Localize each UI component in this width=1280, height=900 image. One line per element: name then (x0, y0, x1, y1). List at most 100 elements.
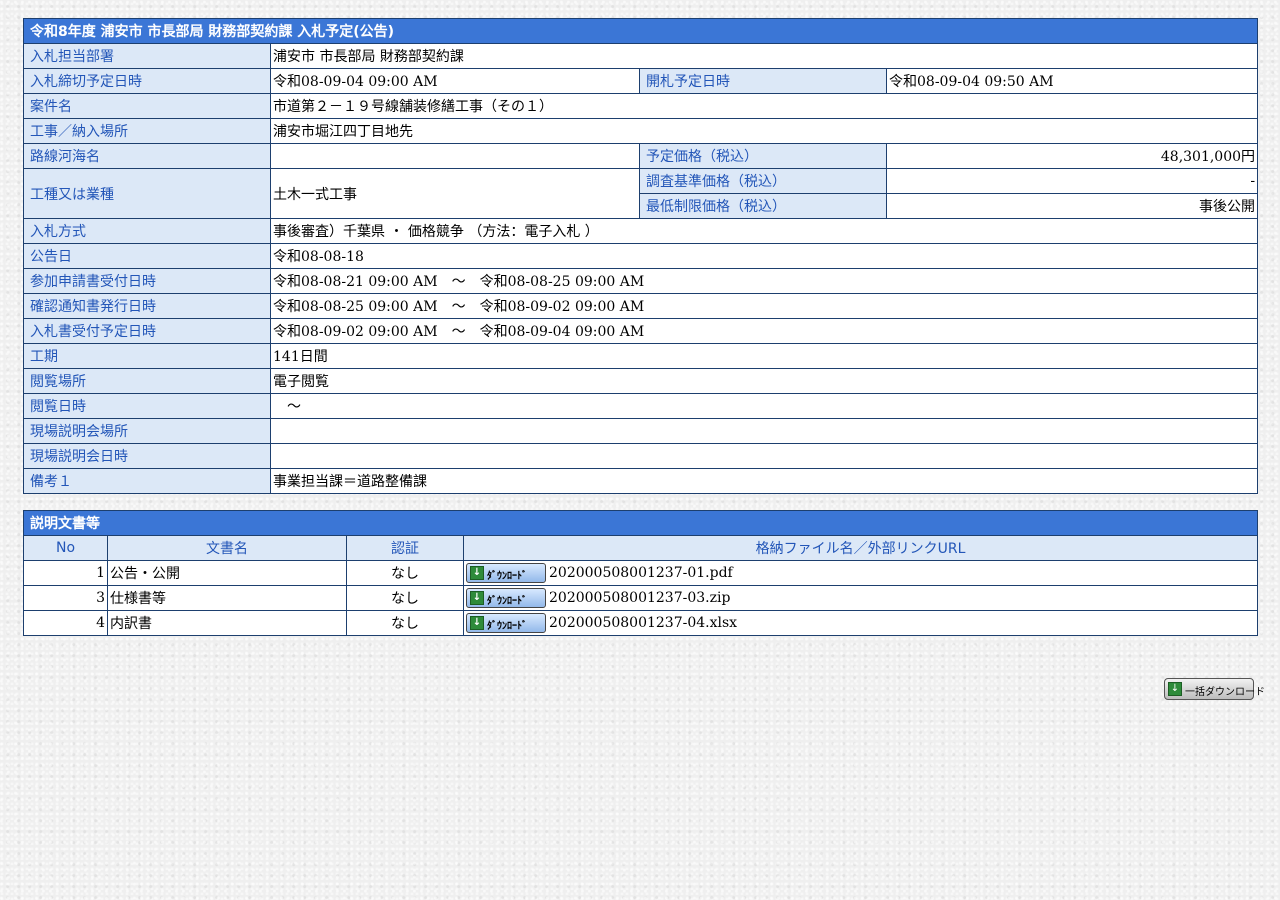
value-confirmation: 令和08-08-25 09:00 AM ～ 令和08-09-02 09:00 A… (269, 293, 1259, 319)
doc-name: 仕様書等 (107, 585, 347, 611)
label-briefing-time: 現場説明会日時 (23, 443, 271, 469)
value-deadline: 令和08-09-04 09:00 AM (270, 68, 640, 94)
doc-file-cell: ↓ ﾀﾞｳﾝﾛｰﾄﾞ 202000508001237-03.zip (463, 585, 1258, 611)
label-project-name: 案件名 (23, 93, 271, 119)
value-remarks1: 事業担当課＝道路整備課 (269, 468, 1259, 494)
header-auth: 認証 (346, 535, 464, 561)
value-opening: 令和08-09-04 09:50 AM (885, 68, 1259, 94)
download-button-label: ﾀﾞｳﾝﾛｰﾄﾞ (487, 571, 527, 582)
value-briefing-time (269, 443, 1259, 469)
label-period: 工期 (23, 343, 271, 369)
notice-title-row: 令和8年度 浦安市 市長部局 財務部契約課 入札予定(公告) (22, 18, 1259, 44)
header-no: No (23, 535, 108, 561)
bulk-download-label: 一括ダウンロード (1185, 687, 1265, 698)
download-button-label: ﾀﾞｳﾝﾛｰﾄﾞ (487, 621, 527, 632)
label-announce-date: 公告日 (23, 243, 271, 269)
download-button[interactable]: ↓ ﾀﾞｳﾝﾛｰﾄﾞ (466, 588, 546, 608)
label-application: 参加申請書受付日時 (23, 268, 271, 294)
value-viewing-time: ～ (269, 393, 1259, 419)
value-announce-date: 令和08-08-18 (269, 243, 1259, 269)
row-bid-receipt: 入札書受付予定日時 令和08-09-02 09:00 AM ～ 令和08-09-… (23, 318, 1259, 344)
doc-file-name: 202000508001237-03.zip (549, 590, 731, 606)
row-period: 工期 141日間 (23, 343, 1259, 369)
download-disk-icon: ↓ (1168, 682, 1182, 696)
row-announce-date: 公告日 令和08-08-18 (23, 243, 1259, 269)
value-work-type: 土木一式工事 (270, 168, 640, 219)
value-planned-price: 48,301,000円 (885, 143, 1259, 169)
page-content: 令和8年度 浦安市 市長部局 財務部契約課 入札予定(公告) 入札担当部署 浦安… (22, 18, 1259, 636)
table-row: 4 内訳書 なし ↓ ﾀﾞｳﾝﾛｰﾄﾞ 202000508001237-04.x… (23, 610, 1258, 636)
doc-file-cell: ↓ ﾀﾞｳﾝﾛｰﾄﾞ 202000508001237-04.xlsx (463, 610, 1258, 636)
download-disk-icon: ↓ (470, 616, 484, 630)
header-file: 格納ファイル名／外部リンクURL (463, 535, 1258, 561)
table-row: 1 公告・公開 なし ↓ ﾀﾞｳﾝﾛｰﾄﾞ 202000508001237-01… (23, 560, 1258, 586)
table-row: 3 仕様書等 なし ↓ ﾀﾞｳﾝﾛｰﾄﾞ 202000508001237-03.… (23, 585, 1258, 611)
label-briefing-place: 現場説明会場所 (23, 418, 271, 444)
doc-no: 3 (23, 585, 108, 611)
label-viewing-place: 閲覧場所 (23, 368, 271, 394)
label-work-type: 工種又は業種 (23, 168, 271, 219)
documents-table: 説明文書等 No 文書名 認証 格納ファイル名／外部リンクURL 1 公告・公開… (23, 510, 1258, 636)
documents-header-row: No 文書名 認証 格納ファイル名／外部リンクURL (23, 535, 1258, 561)
row-location: 工事／納入場所 浦安市堀江四丁目地先 (23, 118, 1259, 144)
label-route: 路線河海名 (23, 143, 271, 169)
row-confirmation: 確認通知書発行日時 令和08-08-25 09:00 AM ～ 令和08-09-… (23, 293, 1259, 319)
doc-file-name: 202000508001237-04.xlsx (549, 615, 738, 631)
label-viewing-time: 閲覧日時 (23, 393, 271, 419)
documents-title: 説明文書等 (23, 510, 1258, 536)
download-disk-icon: ↓ (470, 591, 484, 605)
documents-title-row: 説明文書等 (23, 510, 1258, 536)
download-button-label: ﾀﾞｳﾝﾛｰﾄﾞ (487, 596, 527, 607)
row-bid-method: 入札方式 事後審査）千葉県 ・ 価格競争 （方法：電子入札 ） (23, 218, 1259, 244)
download-button[interactable]: ↓ ﾀﾞｳﾝﾛｰﾄﾞ (466, 563, 546, 583)
value-location: 浦安市堀江四丁目地先 (269, 118, 1259, 144)
value-min-price: 事後公開 (885, 193, 1259, 219)
value-application: 令和08-08-21 09:00 AM ～ 令和08-08-25 09:00 A… (269, 268, 1259, 294)
value-bid-method: 事後審査）千葉県 ・ 価格競争 （方法：電子入札 ） (269, 218, 1259, 244)
row-department: 入札担当部署 浦安市 市長部局 財務部契約課 (23, 43, 1259, 69)
doc-no: 4 (23, 610, 108, 636)
bulk-download-button[interactable]: ↓ 一括ダウンロード (1164, 678, 1265, 700)
download-disk-icon: ↓ (470, 566, 484, 580)
row-viewing-time: 閲覧日時 ～ (23, 393, 1259, 419)
doc-no: 1 (23, 560, 108, 586)
row-briefing-place: 現場説明会場所 (23, 418, 1259, 444)
value-briefing-place (269, 418, 1259, 444)
row-viewing-place: 閲覧場所 電子閲覧 (23, 368, 1259, 394)
value-period: 141日間 (269, 343, 1259, 369)
row-project-name: 案件名 市道第２－１９号線舗装修繕工事（その１） (23, 93, 1259, 119)
label-location: 工事／納入場所 (23, 118, 271, 144)
row-briefing-time: 現場説明会日時 (23, 443, 1259, 469)
value-bid-receipt: 令和08-09-02 09:00 AM ～ 令和08-09-04 09:00 A… (269, 318, 1259, 344)
label-confirmation: 確認通知書発行日時 (23, 293, 271, 319)
label-department: 入札担当部署 (23, 43, 271, 69)
doc-file-cell: ↓ ﾀﾞｳﾝﾛｰﾄﾞ 202000508001237-01.pdf (463, 560, 1258, 586)
value-route (270, 143, 640, 169)
row-remarks1: 備考１ 事業担当課＝道路整備課 (23, 468, 1259, 494)
value-viewing-place: 電子閲覧 (269, 368, 1259, 394)
header-name: 文書名 (107, 535, 347, 561)
row-route: 路線河海名 予定価格（税込） 48,301,000円 (23, 143, 1259, 169)
download-button[interactable]: ↓ ﾀﾞｳﾝﾛｰﾄﾞ (466, 613, 546, 633)
doc-auth: なし (346, 585, 464, 611)
row-deadline: 入札締切予定日時 令和08-09-04 09:00 AM 開札予定日時 令和08… (23, 68, 1259, 94)
doc-auth: なし (346, 560, 464, 586)
value-survey-price: - (885, 168, 1259, 194)
row-application: 参加申請書受付日時 令和08-08-21 09:00 AM ～ 令和08-08-… (23, 268, 1259, 294)
label-planned-price: 予定価格（税込） (639, 143, 887, 169)
label-bid-method: 入札方式 (23, 218, 271, 244)
label-opening: 開札予定日時 (639, 68, 887, 94)
value-department: 浦安市 市長部局 財務部契約課 (269, 43, 1259, 69)
row-work-type: 工種又は業種 土木一式工事 調査基準価格（税込） - (23, 168, 1259, 219)
doc-auth: なし (346, 610, 464, 636)
label-survey-price: 調査基準価格（税込） (639, 168, 887, 194)
doc-file-name: 202000508001237-01.pdf (549, 565, 733, 581)
doc-name: 内訳書 (107, 610, 347, 636)
value-project-name: 市道第２－１９号線舗装修繕工事（その１） (269, 93, 1259, 119)
label-min-price: 最低制限価格（税込） (639, 193, 887, 219)
label-remarks1: 備考１ (23, 468, 271, 494)
doc-name: 公告・公開 (107, 560, 347, 586)
notice-title: 令和8年度 浦安市 市長部局 財務部契約課 入札予定(公告) (22, 18, 1259, 44)
label-bid-receipt: 入札書受付予定日時 (23, 318, 271, 344)
label-deadline: 入札締切予定日時 (23, 68, 271, 94)
